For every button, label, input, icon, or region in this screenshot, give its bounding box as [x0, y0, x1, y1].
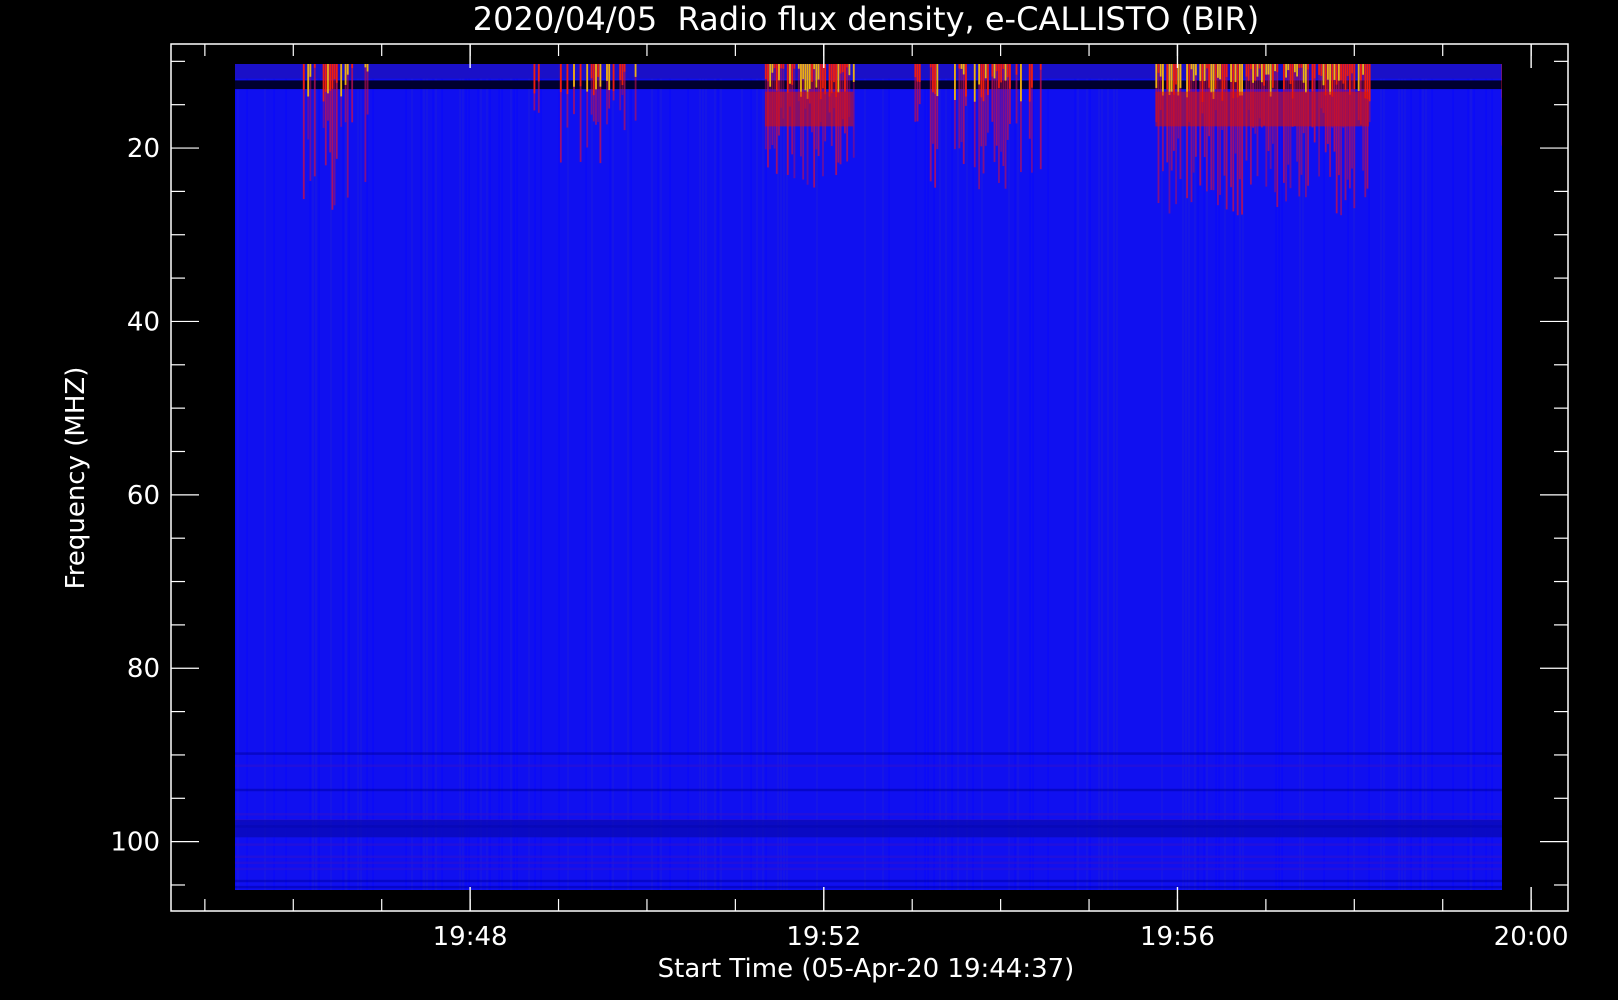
y-tick-label: 40	[127, 307, 160, 337]
y-tick-label: 80	[127, 654, 160, 684]
x-axis-label: Start Time (05-Apr-20 19:44:37)	[658, 954, 1075, 984]
spectrogram-chart: 2020/04/05 Radio flux density, e-CALLIST…	[61, 0, 1569, 984]
y-axis-label: Frequency (MHZ)	[61, 367, 91, 590]
x-tick-label: 19:48	[433, 922, 508, 952]
burst-6	[1501, 64, 1502, 146]
y-tick-label: 20	[127, 134, 160, 164]
x-tick-label: 19:52	[786, 922, 861, 952]
chart-title: 2020/04/05 Radio flux density, e-CALLIST…	[473, 0, 1259, 38]
y-tick-label: 60	[127, 481, 160, 511]
y-tick-label: 100	[110, 828, 160, 858]
x-tick-label: 20:00	[1494, 922, 1569, 952]
x-tick-label: 19:56	[1140, 922, 1215, 952]
spectrogram-image	[235, 64, 1502, 890]
